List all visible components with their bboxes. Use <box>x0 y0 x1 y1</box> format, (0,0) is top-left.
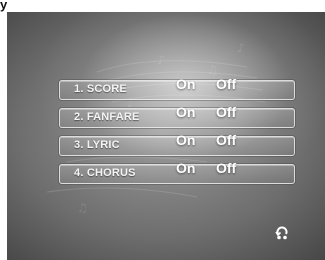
svg-text:♪: ♪ <box>237 41 245 55</box>
menu-row-score[interactable]: 1. SCORE On Off <box>59 76 295 100</box>
lyric-on-option[interactable]: On <box>176 132 195 148</box>
top-strip: y <box>0 0 325 12</box>
menu-row-label: 4. CHORUS <box>74 167 136 179</box>
return-icon[interactable] <box>274 225 290 241</box>
menu-row-lyric[interactable]: 3. LYRIC On Off <box>59 132 295 156</box>
score-on-option[interactable]: On <box>176 76 195 92</box>
menu-screen: ♪ ♫ ♩ ♪ ♫ 1. SCORE On Off 2. FANFARE On … <box>7 12 325 260</box>
settings-menu: 1. SCORE On Off 2. FANFARE On Off 3. LYR… <box>59 76 295 192</box>
menu-row-label: 1. SCORE <box>74 83 127 95</box>
menu-row-chorus[interactable]: 4. CHORUS On Off <box>59 160 295 184</box>
chorus-off-option[interactable]: Off <box>216 160 236 176</box>
svg-text:♪: ♪ <box>157 53 165 67</box>
menu-row-label: 3. LYRIC <box>74 139 120 151</box>
lyric-off-option[interactable]: Off <box>216 132 236 148</box>
menu-row-fanfare[interactable]: 2. FANFARE On Off <box>59 104 295 128</box>
fanfare-off-option[interactable]: Off <box>216 104 236 120</box>
menu-row-label: 2. FANFARE <box>74 111 140 123</box>
fanfare-on-option[interactable]: On <box>176 104 195 120</box>
svg-text:♫: ♫ <box>207 63 218 77</box>
top-glyph: y <box>0 0 8 12</box>
svg-text:♫: ♫ <box>77 201 88 215</box>
chorus-on-option[interactable]: On <box>176 160 195 176</box>
score-off-option[interactable]: Off <box>216 76 236 92</box>
